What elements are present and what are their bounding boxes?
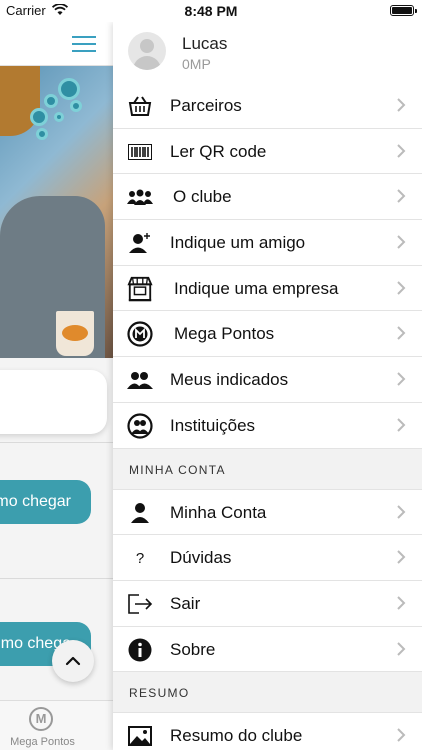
user-icon (127, 500, 153, 526)
menu-item-ler-qr-code[interactable]: Ler QR code (113, 129, 422, 175)
menu-item-minha-conta[interactable]: Minha Conta (113, 490, 422, 536)
chevron-right-icon (397, 143, 406, 158)
menu-item-label: Meus indicados (170, 370, 289, 390)
chevron-right-icon (397, 504, 406, 519)
tab-label: Mega Pontos (10, 736, 75, 748)
menu-item-label: Parceiros (170, 96, 242, 115)
barcode-icon (127, 139, 153, 165)
menu-item-instituicoes[interactable]: Instituições (113, 403, 422, 449)
profile-points: 0MP (182, 56, 211, 72)
logout-icon (127, 591, 153, 617)
section-header-resumo: RESUMO (113, 672, 422, 714)
divider (0, 578, 113, 579)
menu-item-label: Mega Pontos (174, 324, 275, 344)
coffee-cup-shape (56, 311, 94, 356)
menu-item-mega-pontos[interactable]: Mega Pontos (113, 311, 422, 358)
menu-item-meus-indicados[interactable]: Meus indicados (113, 357, 422, 403)
tab-mega-pontos[interactable]: M Mega Pontos (0, 700, 113, 750)
menu-item-label: Minha Conta (170, 502, 267, 522)
bubble-decoration (30, 108, 48, 126)
menu-item-resumo-do-clube[interactable]: Resumo do clube (113, 713, 422, 750)
scroll-to-top-button[interactable] (52, 640, 94, 682)
chevron-right-icon (397, 235, 406, 249)
menu-item-indique-uma-empresa[interactable]: Indique uma empresa (113, 266, 422, 312)
how-to-get-button[interactable]: mo chegar (0, 480, 91, 524)
chevron-right-icon (397, 326, 406, 341)
bubble-decoration (44, 94, 58, 108)
menu-item-duvidas[interactable]: ? Dúvidas (113, 535, 422, 581)
side-drawer: Lucas 0MP Parceiros Ler QR code O clube (113, 22, 422, 750)
bubble-decoration (54, 112, 64, 122)
menu-item-parceiros[interactable]: Parceiros (113, 83, 422, 129)
add-user-icon (127, 230, 153, 256)
content-card[interactable] (0, 370, 107, 434)
divider (0, 442, 113, 443)
info-icon (127, 637, 153, 663)
menu-item-indique-um-amigo[interactable]: Indique um amigo (113, 220, 422, 266)
menu-item-label: Sobre (170, 639, 216, 659)
referrals-icon (127, 367, 153, 393)
group-icon (127, 184, 153, 210)
menu-item-label: Instituições (170, 415, 256, 435)
menu-item-label: O clube (173, 187, 232, 207)
chevron-right-icon (397, 641, 406, 656)
chevron-right-icon (397, 372, 406, 386)
basket-icon (127, 93, 153, 119)
chevron-right-icon (397, 728, 406, 742)
menu-item-o-clube[interactable]: O clube (113, 174, 422, 221)
background-screen: mo chegar mo chega M Mega Pontos (0, 22, 113, 750)
store-icon (127, 276, 153, 302)
chevron-right-icon (397, 596, 406, 610)
mega-pontos-tab-icon: M (29, 707, 53, 731)
chevron-up-icon (65, 656, 81, 666)
menu-item-label: Resumo do clube (170, 726, 303, 746)
mega-pontos-icon (127, 321, 153, 348)
chevron-right-icon (397, 98, 406, 112)
profile-header[interactable]: Lucas 0MP (113, 22, 422, 83)
menu-item-label: Sair (170, 593, 201, 613)
app-header (0, 22, 113, 66)
status-time: 8:48 PM (184, 3, 238, 19)
chevron-right-icon (397, 550, 406, 564)
battery-icon (390, 5, 417, 16)
main-menu: Parceiros Ler QR code O clube Indique um… (113, 83, 422, 750)
status-bar: Carrier 8:48 PM (0, 0, 422, 22)
section-title: RESUMO (129, 686, 190, 701)
section-title: MINHA CONTA (129, 462, 226, 477)
avatar (128, 32, 166, 70)
menu-item-label: Indique um amigo (170, 233, 306, 253)
chevron-right-icon (397, 189, 406, 204)
bubble-decoration (36, 128, 48, 140)
profile-name: Lucas (182, 34, 228, 53)
menu-item-sobre[interactable]: Sobre (113, 627, 422, 673)
section-header-minha-conta: MINHA CONTA (113, 448, 422, 490)
question-icon: ? (135, 549, 145, 567)
image-icon (127, 723, 153, 749)
hamburger-menu-icon[interactable] (72, 36, 96, 52)
chevron-right-icon (397, 418, 406, 432)
hat-shape (0, 66, 40, 136)
bubble-decoration (70, 100, 82, 112)
menu-item-label: Dúvidas (170, 548, 232, 568)
menu-item-label: Ler QR code (170, 141, 267, 161)
menu-item-sair[interactable]: Sair (113, 581, 422, 627)
bubble-decoration (58, 78, 80, 100)
menu-item-label: Indique uma empresa (174, 278, 339, 298)
institution-icon (127, 413, 153, 439)
hero-image (0, 66, 113, 358)
chevron-right-icon (397, 281, 406, 295)
